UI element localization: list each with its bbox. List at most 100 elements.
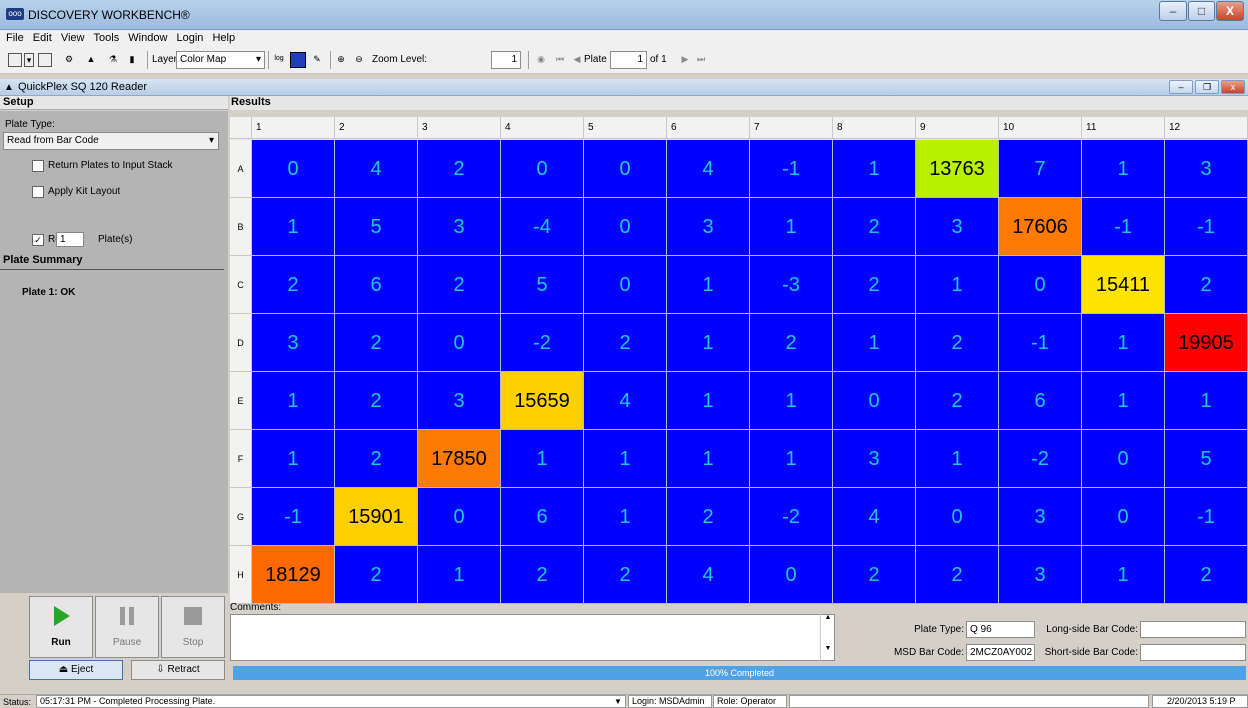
well-A1[interactable]: 0 [252, 140, 335, 198]
well-G7[interactable]: -2 [750, 488, 833, 546]
well-A6[interactable]: 4 [667, 140, 750, 198]
well-E10[interactable]: 6 [999, 372, 1082, 430]
retract-button[interactable]: ⇩ Retract [131, 660, 225, 680]
well-G6[interactable]: 2 [667, 488, 750, 546]
well-A11[interactable]: 1 [1082, 140, 1165, 198]
next-plate-icon[interactable]: ▶ [678, 53, 692, 67]
well-C10[interactable]: 0 [999, 256, 1082, 314]
well-F1[interactable]: 1 [252, 430, 335, 488]
well-G3[interactable]: 0 [418, 488, 501, 546]
well-G12[interactable]: -1 [1165, 488, 1248, 546]
well-C5[interactable]: 0 [584, 256, 667, 314]
return-plates-checkbox[interactable] [32, 160, 44, 172]
well-F11[interactable]: 0 [1082, 430, 1165, 488]
well-E8[interactable]: 0 [833, 372, 916, 430]
column-header[interactable]: 2 [335, 117, 418, 139]
column-header[interactable]: 3 [418, 117, 501, 139]
well-G11[interactable]: 0 [1082, 488, 1165, 546]
well-B4[interactable]: -4 [501, 198, 584, 256]
menu-help[interactable]: Help [212, 30, 235, 46]
well-G10[interactable]: 3 [999, 488, 1082, 546]
well-H1[interactable]: 18129 [252, 546, 335, 604]
well-E4[interactable]: 15659 [501, 372, 584, 430]
well-E7[interactable]: 1 [750, 372, 833, 430]
read-count-input[interactable]: 1 [56, 232, 84, 247]
well-B3[interactable]: 3 [418, 198, 501, 256]
stop-button[interactable]: Stop [161, 596, 225, 658]
well-B11[interactable]: -1 [1082, 198, 1165, 256]
plate-number-input[interactable]: 1 [610, 51, 647, 69]
chart-icon[interactable]: ▮ [125, 53, 139, 67]
flask-icon[interactable]: ⚗ [106, 53, 120, 67]
pause-button[interactable]: Pause [95, 596, 159, 658]
well-E3[interactable]: 3 [418, 372, 501, 430]
well-H6[interactable]: 4 [667, 546, 750, 604]
well-D7[interactable]: 2 [750, 314, 833, 372]
minimize-button[interactable]: – [1159, 1, 1187, 21]
column-header[interactable]: 6 [667, 117, 750, 139]
well-B10[interactable]: 17606 [999, 198, 1082, 256]
well-B12[interactable]: -1 [1165, 198, 1248, 256]
maximize-button[interactable]: □ [1188, 1, 1215, 21]
row-header[interactable]: H [230, 546, 252, 604]
status-dropdown-icon[interactable]: ▼ [614, 697, 622, 706]
well-G8[interactable]: 4 [833, 488, 916, 546]
well-B2[interactable]: 5 [335, 198, 418, 256]
color-map-icon[interactable] [290, 52, 306, 68]
well-B8[interactable]: 2 [833, 198, 916, 256]
well-F12[interactable]: 5 [1165, 430, 1248, 488]
close-button[interactable]: X [1216, 1, 1244, 21]
zoom-out-icon[interactable]: ⊖ [352, 53, 366, 67]
well-H5[interactable]: 2 [584, 546, 667, 604]
dropdown-arrow-icon[interactable]: ▾ [24, 53, 34, 67]
settings-icon[interactable]: ⚙ [62, 53, 76, 67]
well-E5[interactable]: 4 [584, 372, 667, 430]
well-C7[interactable]: -3 [750, 256, 833, 314]
well-D12[interactable]: 19905 [1165, 314, 1248, 372]
well-F4[interactable]: 1 [501, 430, 584, 488]
well-D11[interactable]: 1 [1082, 314, 1165, 372]
well-H9[interactable]: 2 [916, 546, 999, 604]
well-C4[interactable]: 5 [501, 256, 584, 314]
row-header[interactable]: D [230, 314, 252, 372]
run-button[interactable]: Run [29, 596, 93, 658]
menu-view[interactable]: View [61, 30, 85, 46]
well-E11[interactable]: 1 [1082, 372, 1165, 430]
well-F9[interactable]: 1 [916, 430, 999, 488]
column-header[interactable]: 7 [750, 117, 833, 139]
well-B1[interactable]: 1 [252, 198, 335, 256]
prev-plate-icon[interactable]: ◀ [570, 53, 584, 67]
well-H12[interactable]: 2 [1165, 546, 1248, 604]
well-H3[interactable]: 1 [418, 546, 501, 604]
well-D5[interactable]: 2 [584, 314, 667, 372]
zoom-in-icon[interactable]: ⊕ [334, 53, 348, 67]
well-D1[interactable]: 3 [252, 314, 335, 372]
menu-tools[interactable]: Tools [94, 30, 120, 46]
menu-edit[interactable]: Edit [33, 30, 52, 46]
instrument-icon[interactable]: ▲ [84, 53, 98, 67]
well-A10[interactable]: 7 [999, 140, 1082, 198]
comments-input[interactable] [230, 614, 835, 661]
well-D10[interactable]: -1 [999, 314, 1082, 372]
well-C12[interactable]: 2 [1165, 256, 1248, 314]
well-F8[interactable]: 3 [833, 430, 916, 488]
column-header[interactable]: 8 [833, 117, 916, 139]
column-header[interactable]: 11 [1082, 117, 1165, 139]
well-A3[interactable]: 2 [418, 140, 501, 198]
well-H2[interactable]: 2 [335, 546, 418, 604]
last-plate-icon[interactable]: ⏭ [694, 53, 708, 67]
zoom-level-input[interactable]: 1 [491, 51, 521, 69]
well-D6[interactable]: 1 [667, 314, 750, 372]
well-E1[interactable]: 1 [252, 372, 335, 430]
layer-select[interactable]: Color Map ▾ [176, 51, 265, 69]
column-header[interactable]: 1 [252, 117, 335, 139]
well-C1[interactable]: 2 [252, 256, 335, 314]
well-A9[interactable]: 13763 [916, 140, 999, 198]
well-H7[interactable]: 0 [750, 546, 833, 604]
plate-layout-icon[interactable] [8, 53, 22, 67]
paint-icon[interactable]: ✎ [310, 53, 324, 67]
column-header[interactable]: 4 [501, 117, 584, 139]
well-B9[interactable]: 3 [916, 198, 999, 256]
well-C3[interactable]: 2 [418, 256, 501, 314]
well-D2[interactable]: 2 [335, 314, 418, 372]
